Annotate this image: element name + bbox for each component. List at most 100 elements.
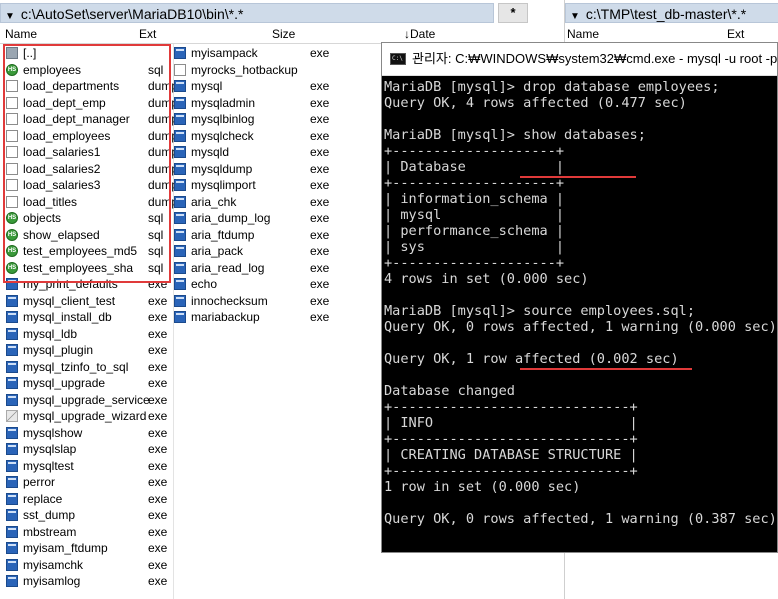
file-row[interactable]: myisamlog exe xyxy=(6,573,171,589)
file-name: replace xyxy=(23,491,63,506)
file-row[interactable]: mysqladmin exe xyxy=(174,95,344,111)
left-path-bar[interactable]: ▼ c:\AutoSet\server\MariaDB10\bin\*.* xyxy=(0,3,494,23)
chevron-down-icon[interactable]: ▼ xyxy=(5,7,15,22)
terminal-line: MariaDB [mysql]> drop database employees… xyxy=(384,79,720,95)
file-ext: exe xyxy=(148,293,168,308)
file-row[interactable]: mysql_ldb exe xyxy=(6,326,171,342)
file-ext: exe xyxy=(148,541,168,555)
file-name: aria_pack xyxy=(191,244,244,258)
file-name: mysql_tzinfo_to_sql xyxy=(23,359,129,374)
file-row[interactable]: aria_chk exe xyxy=(174,194,344,210)
file-name: myisampack xyxy=(191,46,258,60)
file-name: myisam_ftdump xyxy=(23,541,108,555)
file-name: mysqlshow xyxy=(23,425,83,440)
file-row[interactable]: mysql_install_db exe xyxy=(6,309,171,325)
file-name: myisamchk xyxy=(23,557,84,572)
file-ext: exe xyxy=(310,194,330,209)
chevron-down-icon[interactable]: ▼ xyxy=(570,7,580,22)
file-name: mysqladmin xyxy=(191,95,256,110)
file-name: mysql_upgrade xyxy=(23,376,106,390)
file-row[interactable]: mysqlshow exe xyxy=(6,425,171,441)
exe-file-icon xyxy=(6,492,18,505)
terminal-line: Database changed xyxy=(384,383,515,399)
file-name: echo xyxy=(191,277,218,291)
file-ext: exe xyxy=(310,79,330,93)
file-ext: exe xyxy=(310,211,330,225)
file-row[interactable]: mysqldump exe xyxy=(174,161,344,177)
file-row[interactable]: replace exe xyxy=(6,491,171,507)
column-ext-header[interactable]: Ext xyxy=(139,25,156,43)
file-row[interactable]: aria_ftdump exe xyxy=(174,227,344,243)
file-name: sst_dump xyxy=(23,508,76,522)
file-row[interactable]: mariabackup exe xyxy=(174,309,344,325)
file-row[interactable]: mysqlcheck exe xyxy=(174,128,344,144)
cmd-title-bar[interactable]: 관리자: C:₩WINDOWS₩system32₩cmd.exe - mysql… xyxy=(382,43,777,76)
file-row[interactable]: aria_read_log exe xyxy=(174,260,344,276)
file-row[interactable]: echo exe xyxy=(174,276,344,292)
exe-file-icon xyxy=(174,129,186,142)
exe-file-icon xyxy=(6,377,18,389)
file-row[interactable]: myisampack exe xyxy=(174,45,344,61)
file-row[interactable]: mysqlbinlog exe xyxy=(174,111,344,127)
right-path-bar[interactable]: ▼ c:\TMP\test_db-master\*.* xyxy=(565,3,778,23)
exe-file-icon xyxy=(6,575,18,587)
file-row[interactable]: mysql exe xyxy=(174,78,344,94)
cmd-window[interactable]: 관리자: C:₩WINDOWS₩system32₩cmd.exe - mysql… xyxy=(381,42,778,553)
terminal-line: | mysql | xyxy=(384,207,565,223)
file-row[interactable]: mysqltest exe xyxy=(6,458,171,474)
file-name: mysqlslap xyxy=(23,442,77,456)
exe-file-icon xyxy=(174,228,186,241)
file-row[interactable]: aria_dump_log exe xyxy=(174,210,344,226)
file-name: mysql_upgrade_service xyxy=(23,392,150,407)
file-row[interactable]: innochecksum exe xyxy=(174,293,344,309)
exe-file-icon xyxy=(6,344,18,356)
file-name: mysql_install_db xyxy=(23,310,112,324)
file-row[interactable]: myrocks_hotbackup xyxy=(174,62,344,78)
column-ext-header[interactable]: Ext xyxy=(727,25,744,43)
file-name: mysqldump xyxy=(191,161,253,176)
terminal-line: +-----------------------------+ xyxy=(384,463,638,479)
file-name: mysql_upgrade_wizard xyxy=(23,409,147,423)
exe-file-icon xyxy=(6,459,18,472)
file-ext: exe xyxy=(148,425,168,440)
file-row[interactable]: myisam_ftdump exe xyxy=(6,540,171,556)
terminal-line: +--------------------+ xyxy=(384,143,565,159)
column-name-header[interactable]: Name xyxy=(567,25,599,43)
terminal-line: | information_schema | xyxy=(384,191,565,207)
file-row[interactable]: mysql_upgrade_wizard exe xyxy=(6,408,171,424)
file-ext: exe xyxy=(148,442,168,456)
terminal-line: MariaDB [mysql]> show databases; xyxy=(384,127,646,143)
file-row[interactable]: mbstream exe xyxy=(6,524,171,540)
exe-file-icon xyxy=(174,278,186,290)
column-name-header[interactable]: Name xyxy=(5,25,37,43)
terminal-output[interactable]: MariaDB [mysql]> drop database employees… xyxy=(384,79,777,550)
file-ext: exe xyxy=(310,227,330,242)
file-row[interactable]: mysql_upgrade exe xyxy=(6,375,171,391)
file-name: myrocks_hotbackup xyxy=(191,62,298,77)
file-row[interactable]: aria_pack exe xyxy=(174,243,344,259)
file-row[interactable]: sst_dump exe xyxy=(6,507,171,523)
file-name: mbstream xyxy=(23,524,77,539)
file-name: innochecksum xyxy=(191,293,268,308)
file-row[interactable]: myisamchk exe xyxy=(6,557,171,573)
file-ext: exe xyxy=(148,343,168,357)
file-ext: exe xyxy=(148,508,168,522)
exe-file-icon xyxy=(6,327,18,340)
file-row[interactable]: mysqlslap exe xyxy=(6,441,171,457)
file-ext: exe xyxy=(148,376,168,390)
file-row[interactable]: mysqld exe xyxy=(174,144,344,160)
file-name: aria_chk xyxy=(191,194,237,209)
file-row[interactable]: mysql_upgrade_service exe xyxy=(6,392,171,408)
column-size-header[interactable]: Size xyxy=(272,25,295,43)
file-name: perror xyxy=(23,475,56,489)
file-row[interactable]: mysql_client_test exe xyxy=(6,293,171,309)
file-row[interactable]: mysql_plugin exe xyxy=(6,342,171,358)
exe-file-icon xyxy=(6,294,18,307)
file-row[interactable]: mysql_tzinfo_to_sql exe xyxy=(6,359,171,375)
file-row[interactable]: perror exe xyxy=(6,474,171,490)
terminal-line: Query OK, 0 rows affected, 1 warning (0.… xyxy=(384,319,777,335)
column-date-header[interactable]: ↓Date xyxy=(404,25,435,43)
filter-button[interactable]: * xyxy=(498,3,528,23)
file-ext: exe xyxy=(310,277,330,291)
file-row[interactable]: mysqlimport exe xyxy=(174,177,344,193)
